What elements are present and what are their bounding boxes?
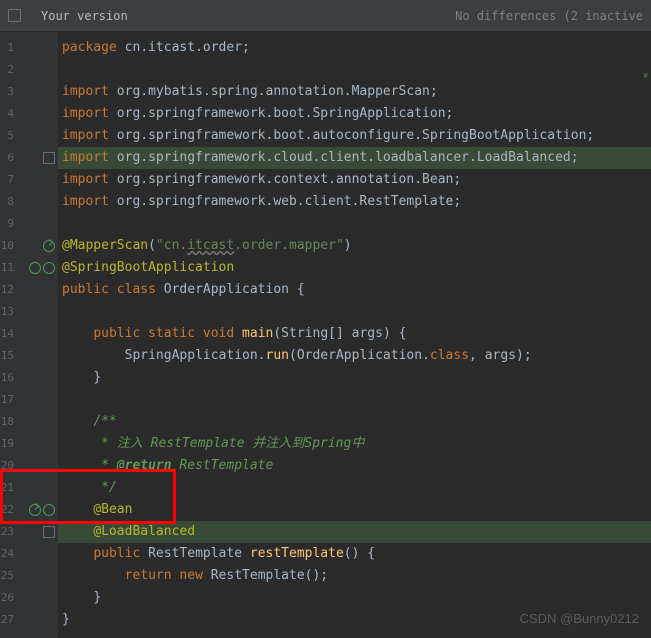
code-area[interactable]: package cn.itcast.order; import org.myba… — [58, 32, 651, 638]
watermark: CSDN @Bunny0212 — [520, 611, 639, 626]
spring-icon[interactable] — [29, 262, 41, 274]
bean-nav-icon[interactable] — [29, 504, 41, 516]
changed-line: import org.springframework.cloud.client.… — [58, 147, 651, 169]
gutter-checkbox[interactable] — [43, 526, 55, 538]
spring-icon[interactable] — [43, 504, 55, 516]
bean-nav-icon[interactable] — [43, 240, 55, 252]
code-editor: 123 456 789 101112 131415 161718 192021 … — [0, 32, 651, 638]
version-label: Your version — [41, 9, 128, 23]
diff-status: No differences (2 inactive — [455, 9, 643, 23]
gutter — [16, 32, 58, 638]
line-numbers: 123 456 789 101112 131415 161718 192021 … — [0, 32, 16, 638]
changed-line: @LoadBalanced — [58, 521, 651, 543]
gutter-checkbox[interactable] — [43, 152, 55, 164]
diff-header: Your version No differences (2 inactive — [0, 0, 651, 32]
spring-icon[interactable] — [43, 262, 55, 274]
header-checkbox[interactable] — [8, 9, 21, 22]
expand-icon[interactable]: « — [640, 72, 651, 78]
